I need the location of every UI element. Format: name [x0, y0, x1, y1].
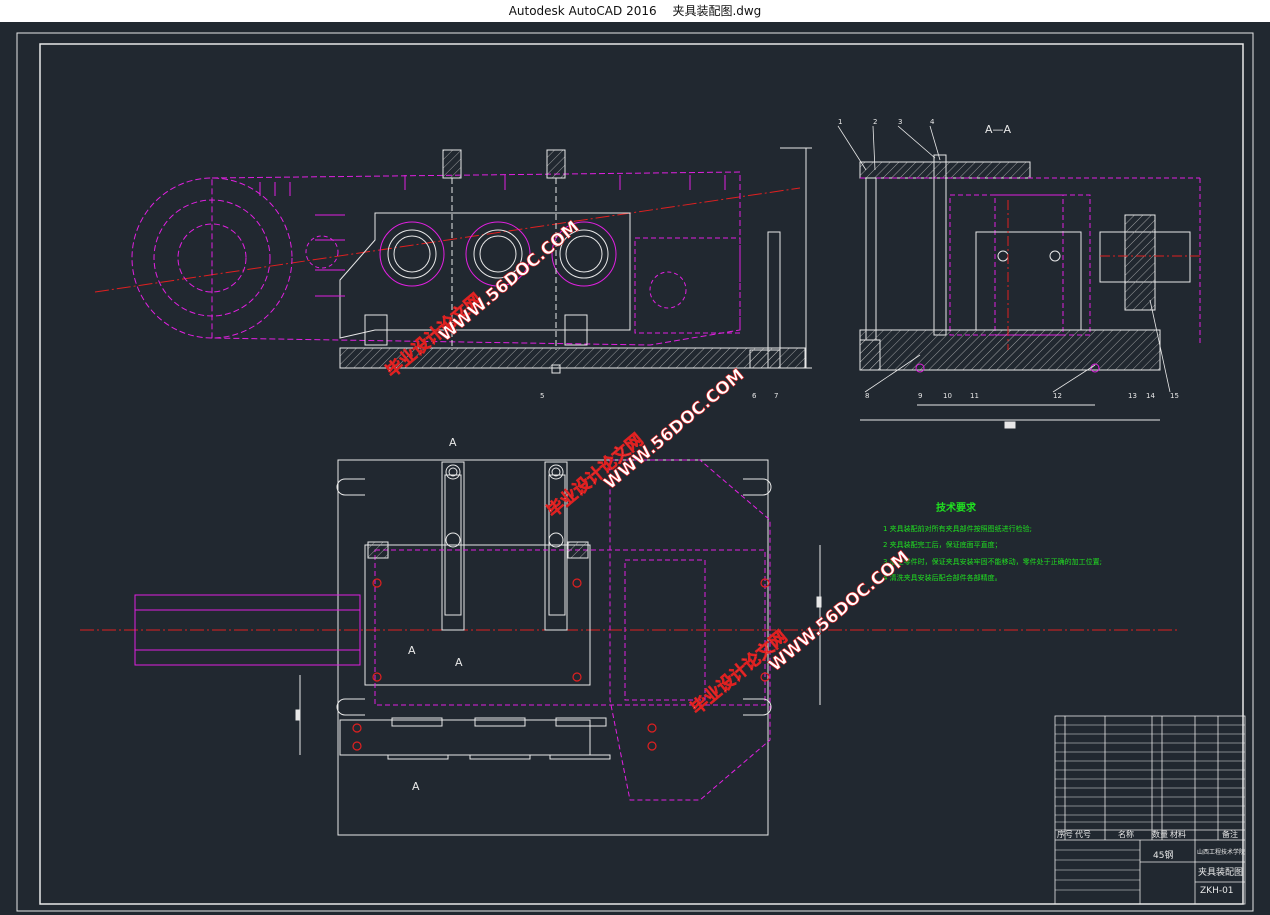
svg-text:材料: 材料 — [1170, 829, 1186, 839]
svg-text:A: A — [408, 644, 416, 657]
svg-text:A: A — [455, 656, 463, 669]
svg-text:夹具装配图: 夹具装配图 — [1198, 866, 1243, 878]
svg-text:7: 7 — [774, 392, 778, 400]
title-block-text: 序号 代号 名称 数量 材料 备注 45钢 山西工程技术学院 夹具装配图 ZKH… — [1057, 829, 1245, 896]
svg-text:14: 14 — [1146, 392, 1155, 400]
inner-frame — [39, 43, 1244, 905]
svg-text:10: 10 — [943, 392, 952, 400]
svg-text:WWW.56DOC.COM: WWW.56DOC.COM — [600, 365, 748, 494]
file-name: 夹具装配图.dwg — [672, 4, 762, 18]
svg-text:8: 8 — [865, 392, 869, 400]
plan-view — [80, 459, 1180, 836]
svg-text:1: 1 — [838, 118, 842, 126]
svg-text:ZKH-01: ZKH-01 — [1200, 886, 1234, 896]
svg-text:13: 13 — [1128, 392, 1137, 400]
svg-text:2: 2 — [873, 118, 877, 126]
section-view: A—A — [859, 123, 1201, 429]
svg-text:A: A — [449, 436, 457, 449]
svg-text:A: A — [412, 780, 420, 793]
plan-holes — [352, 578, 770, 751]
tech-req-item: 3 加工零件时，保证夹具安装牢固不能移动，零件处于正确的加工位置; — [883, 557, 1102, 566]
svg-text:11: 11 — [970, 392, 979, 400]
svg-text:9: 9 — [918, 392, 922, 400]
svg-text:WWW.56DOC.COM: WWW.56DOC.COM — [765, 547, 913, 676]
svg-text:6: 6 — [752, 392, 757, 400]
svg-text:备注: 备注 — [1222, 829, 1238, 839]
cad-drawing: A—A 1 2 3 4 5 6 7 8 9 10 11 12 13 14 15 … — [16, 32, 1254, 912]
svg-text:12: 12 — [1053, 392, 1062, 400]
svg-text:5: 5 — [540, 392, 544, 400]
app-title: Autodesk AutoCAD 2016 — [508, 4, 657, 18]
title-bar: Autodesk AutoCAD 2016 夹具装配图.dwg — [0, 0, 1270, 22]
svg-text:代号: 代号 — [1075, 829, 1091, 839]
svg-text:WWW.56DOC.COM: WWW.56DOC.COM — [435, 217, 583, 346]
parts-list-rows — [1055, 724, 1245, 891]
tech-requirements: 技术要求 1 夹具装配前对所有夹具部件按照图纸进行检验; 2 夹具装配完工后，保… — [883, 501, 1102, 582]
svg-text:名称: 名称 — [1118, 829, 1134, 839]
svg-text:山西工程技术学院: 山西工程技术学院 — [1197, 848, 1245, 856]
svg-text:15: 15 — [1170, 392, 1179, 400]
svg-text:4: 4 — [930, 118, 935, 126]
svg-text:3: 3 — [898, 118, 902, 126]
watermarks: 毕业设计论文网 WWW.56DOC.COM 毕业设计论文网 WWW.56DOC.… — [381, 217, 913, 719]
tech-req-title: 技术要求 — [936, 501, 977, 514]
drawing-canvas[interactable]: A—A 1 2 3 4 5 6 7 8 9 10 11 12 13 14 15 … — [0, 22, 1270, 915]
section-label: A—A — [985, 123, 1012, 136]
svg-text:45钢: 45钢 — [1153, 849, 1173, 861]
svg-text:序号: 序号 — [1057, 829, 1073, 839]
tech-req-item: 4 清洗夹具安装后配合部件各部精度。 — [883, 573, 1002, 582]
tech-req-item: 1 夹具装配前对所有夹具部件按照图纸进行检验; — [883, 524, 1032, 533]
svg-text:数量: 数量 — [1152, 829, 1168, 839]
